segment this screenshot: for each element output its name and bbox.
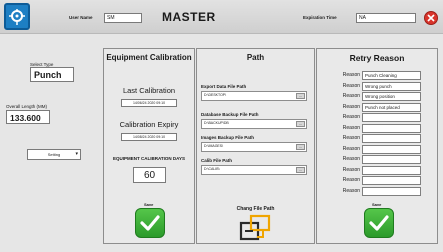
equipment-calibration-title: Equipment Calibration xyxy=(106,53,192,62)
page-title: MASTER xyxy=(162,10,216,24)
reason-field[interactable]: Wrong position xyxy=(362,92,421,101)
export-path-value: D:\DESKTOP\ xyxy=(204,93,227,97)
calibration-days-field[interactable]: 60 xyxy=(133,167,166,183)
change-path-label: Chang File Path xyxy=(236,206,275,212)
reason-label: Reason xyxy=(342,135,360,141)
reason-row: Reason xyxy=(322,155,422,165)
folder-swap-icon xyxy=(239,214,271,241)
reason-field[interactable] xyxy=(362,165,421,175)
reason-label: Reason xyxy=(342,82,360,89)
export-path-label: Export Data File Path xyxy=(201,84,247,89)
path-panel: Path Export Data File Path D:\DESKTOP\ .… xyxy=(196,48,315,244)
reason-label: Reason xyxy=(342,145,360,152)
chevron-down-icon: ▾ xyxy=(75,151,78,157)
retry-save-label: Save xyxy=(372,202,382,207)
images-path-label: Images Backup File Path xyxy=(201,135,255,140)
reason-label: Reason xyxy=(342,177,360,183)
reason-field[interactable] xyxy=(362,186,421,196)
reason-field[interactable]: Punch not placed xyxy=(362,102,421,112)
calib-path-label: Calib File Path xyxy=(201,158,233,163)
retry-save-button[interactable] xyxy=(364,208,394,238)
reason-label: Reason xyxy=(342,72,360,78)
username-label: User Name xyxy=(69,15,93,20)
reason-row: Reason xyxy=(322,144,422,155)
images-path-field[interactable]: D:\IMAGES\ ... xyxy=(201,142,307,152)
calibration-expiry-label: Calibration Expiry xyxy=(119,120,179,129)
reason-label: Reason xyxy=(342,114,360,120)
header-bar: User Name SM MASTER Expiration Time NA xyxy=(0,0,443,34)
checkmark-icon xyxy=(140,215,160,231)
setting-dropdown[interactable]: Setting ▾ xyxy=(27,149,81,160)
reason-label: Reason xyxy=(342,187,360,194)
retry-reason-title: Retry Reason xyxy=(349,53,405,63)
reason-field[interactable]: Wrong punch xyxy=(362,81,421,91)
reason-field[interactable] xyxy=(362,144,421,154)
calib-path-field[interactable]: D:\CALIB\ ... xyxy=(201,165,307,175)
reason-row: Reason Punch Cleaning xyxy=(322,71,422,81)
last-calibration-field: 14/06/24 2020 09:10 xyxy=(121,99,177,107)
last-calibration-label: Last Calibration xyxy=(122,86,176,95)
expiration-field[interactable]: NA xyxy=(356,13,416,23)
calibration-save-label: Save xyxy=(144,202,154,207)
overall-length-label: Overall Length (MM) xyxy=(6,104,48,109)
reason-field[interactable] xyxy=(362,113,421,122)
reason-label: Reason xyxy=(342,103,360,110)
equipment-calibration-panel: Equipment Calibration Last Calibration 1… xyxy=(103,48,195,244)
reason-field[interactable] xyxy=(362,134,421,143)
calibration-save-button[interactable] xyxy=(135,208,165,238)
reason-row: Reason xyxy=(322,113,422,123)
reason-row: Reason Wrong punch xyxy=(322,81,422,92)
reason-row: Reason xyxy=(322,134,422,144)
close-button[interactable] xyxy=(424,11,438,25)
calib-browse-button[interactable]: ... xyxy=(296,167,305,173)
overall-length-field[interactable]: 133.600 xyxy=(6,110,50,124)
images-browse-button[interactable]: ... xyxy=(296,144,305,150)
database-browse-button[interactable]: ... xyxy=(296,121,305,127)
reason-row: Reason xyxy=(322,123,422,134)
images-path-value: D:\IMAGES\ xyxy=(204,144,224,148)
reason-row: Reason Wrong position xyxy=(322,92,422,102)
close-icon xyxy=(427,14,435,22)
username-field[interactable]: SM xyxy=(104,13,142,23)
reason-label: Reason xyxy=(342,124,360,131)
reason-label: Reason xyxy=(342,156,360,162)
reason-row: Reason xyxy=(322,165,422,176)
reason-field[interactable] xyxy=(362,123,421,133)
calibration-expiry-field: 14/08/24 2020 09:10 xyxy=(121,133,177,141)
reason-row: Reason xyxy=(322,186,422,197)
checkmark-icon xyxy=(369,215,389,231)
expiration-label: Expiration Time xyxy=(303,15,337,20)
reason-field[interactable]: Punch Cleaning xyxy=(362,71,421,80)
export-browse-button[interactable]: ... xyxy=(296,93,305,99)
reason-row: Reason Punch not placed xyxy=(322,102,422,113)
reason-field[interactable] xyxy=(362,176,421,185)
reason-row: Reason xyxy=(322,176,422,186)
database-path-value: D:\BACKUP\DB xyxy=(204,121,229,125)
database-path-field[interactable]: D:\BACKUP\DB ... xyxy=(201,119,307,129)
setting-dropdown-value: Setting xyxy=(47,152,61,157)
reason-field[interactable] xyxy=(362,155,421,164)
select-type-field[interactable]: Punch xyxy=(30,67,74,82)
retry-reason-panel: Retry Reason Reason Punch Cleaning Reason W… xyxy=(316,48,438,244)
export-path-field[interactable]: D:\DESKTOP\ ... xyxy=(201,91,307,101)
calib-path-value: D:\CALIB\ xyxy=(204,167,220,171)
app-logo-icon xyxy=(4,3,30,30)
path-title: Path xyxy=(246,53,265,62)
change-path-button[interactable] xyxy=(239,213,271,241)
calibration-days-label: EQUIPMENT CALIBRATION DAYS xyxy=(112,156,185,161)
database-path-label: Database Backup File Path xyxy=(201,112,259,117)
reason-label: Reason xyxy=(342,166,360,173)
reason-label: Reason xyxy=(342,93,360,99)
